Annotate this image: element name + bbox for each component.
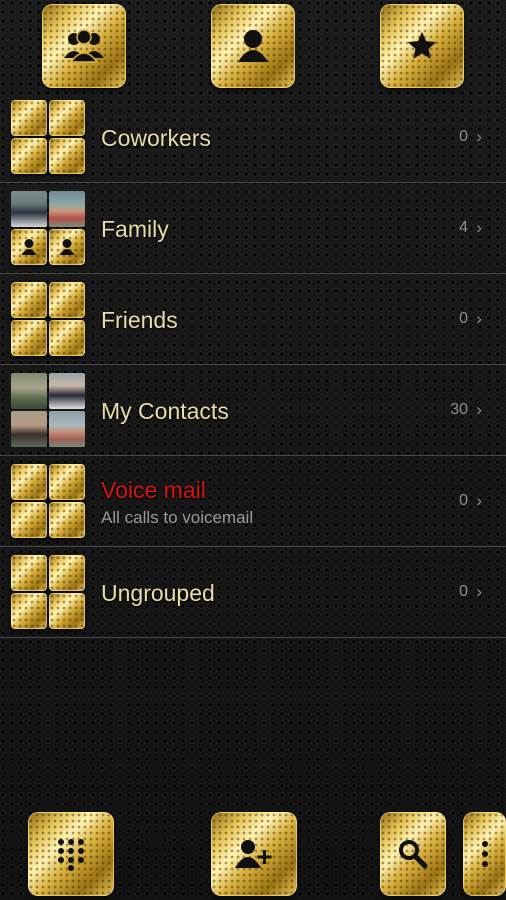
placeholder-tile (49, 593, 85, 629)
placeholder-tile (11, 464, 47, 500)
groups-icon (62, 26, 106, 66)
person-placeholder-icon (49, 229, 85, 265)
group-count: 0 (459, 128, 468, 145)
placeholder-tile (11, 555, 47, 591)
group-row-voice-mail[interactable]: Voice mail All calls to voicemail 0 › (0, 456, 506, 547)
placeholder-tile (49, 320, 85, 356)
favorites-tab[interactable] (380, 4, 464, 88)
add-contact-button[interactable] (211, 812, 297, 896)
add-person-icon (234, 838, 274, 870)
overflow-menu-button[interactable] (463, 812, 506, 896)
contact-photo (49, 411, 85, 447)
chevron-right-icon: › (476, 400, 482, 419)
chevron-right-icon: › (476, 491, 482, 510)
search-button[interactable] (380, 812, 446, 896)
chevron-right-icon: › (476, 309, 482, 328)
placeholder-tile (11, 100, 47, 136)
group-row-family[interactable]: Family 4 › (0, 183, 506, 274)
contact-photo (49, 373, 85, 409)
placeholder-tile (49, 138, 85, 174)
group-thumbnail (11, 282, 85, 356)
person-icon (236, 28, 270, 64)
placeholder-tile (49, 464, 85, 500)
star-icon (405, 29, 439, 63)
group-count: 30 (450, 401, 468, 418)
group-thumbnail (11, 555, 85, 629)
placeholder-tile (11, 593, 47, 629)
placeholder-tile (49, 100, 85, 136)
group-label: Ungrouped (101, 580, 215, 606)
contacts-tab[interactable] (211, 4, 295, 88)
search-icon (397, 838, 429, 870)
group-thumbnail (11, 191, 85, 265)
group-list: Coworkers 0 › Family 4 › Friends 0 › My … (0, 92, 506, 638)
group-row-coworkers[interactable]: Coworkers 0 › (0, 92, 506, 183)
placeholder-tile (11, 502, 47, 538)
group-thumbnail (11, 464, 85, 538)
contact-photo (49, 191, 85, 227)
group-row-friends[interactable]: Friends 0 › (0, 274, 506, 365)
placeholder-tile (11, 320, 47, 356)
placeholder-tile (11, 138, 47, 174)
group-count: 0 (459, 310, 468, 327)
group-sublabel: All calls to voicemail (101, 508, 254, 527)
contact-photo (11, 191, 47, 227)
more-vert-icon (481, 840, 489, 868)
group-row-my-contacts[interactable]: My Contacts 30 › (0, 365, 506, 456)
group-count: 4 (459, 219, 468, 236)
contact-photo (11, 373, 47, 409)
person-placeholder-icon (11, 229, 47, 265)
placeholder-tile (11, 282, 47, 318)
dialpad-button[interactable] (28, 812, 114, 896)
group-thumbnail (11, 373, 85, 447)
contact-photo (11, 411, 47, 447)
groups-tab[interactable] (42, 4, 126, 88)
group-thumbnail (11, 100, 85, 174)
chevron-right-icon: › (476, 127, 482, 146)
group-count: 0 (459, 583, 468, 600)
chevron-right-icon: › (476, 582, 482, 601)
group-label: Coworkers (101, 125, 211, 151)
group-label: Friends (101, 307, 178, 333)
group-row-ungrouped[interactable]: Ungrouped 0 › (0, 547, 506, 638)
dialpad-icon (56, 837, 86, 871)
chevron-right-icon: › (476, 218, 482, 237)
placeholder-tile (49, 555, 85, 591)
group-label: Voice mail (101, 477, 206, 503)
placeholder-tile (49, 282, 85, 318)
group-label: Family (101, 216, 169, 242)
group-label: My Contacts (101, 398, 229, 424)
placeholder-tile (49, 502, 85, 538)
group-count: 0 (459, 492, 468, 509)
